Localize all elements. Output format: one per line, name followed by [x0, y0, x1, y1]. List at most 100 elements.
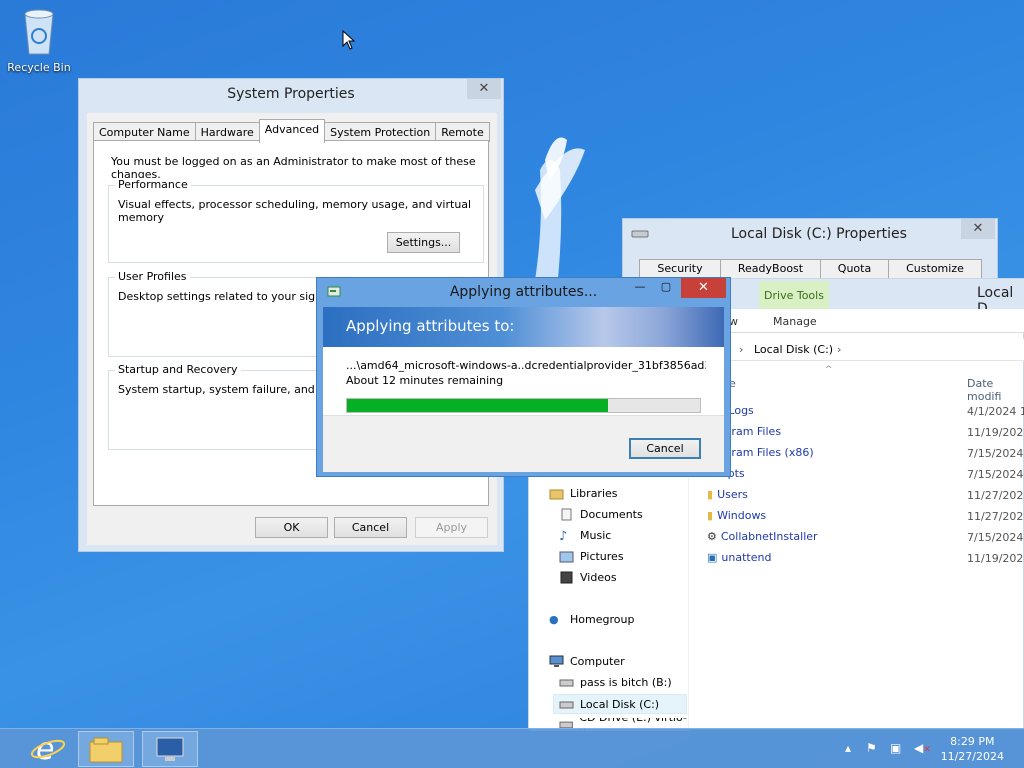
tab-customize[interactable]: Customize: [888, 259, 982, 279]
network-drive-icon: [559, 679, 574, 687]
nav-drive-b[interactable]: pass is bitch (B:): [559, 676, 672, 689]
nav-drive-c[interactable]: Local Disk (C:): [553, 694, 687, 714]
maximize-button[interactable]: ▢: [655, 280, 677, 298]
nav-music[interactable]: ♪ Music: [559, 529, 612, 544]
clock-date: 11/27/2024: [940, 750, 1004, 763]
dialog-close-button[interactable]: ✕: [681, 278, 726, 298]
dialog-banner: Applying attributes to:: [323, 307, 724, 347]
nav-music-label: Music: [580, 529, 612, 542]
taskbar: e ▴ ⚑ ▣ ◀✕ 8:29 PM 11/27/2024: [0, 728, 1024, 768]
sort-up-icon: ^: [825, 365, 833, 375]
system-properties-icon: [156, 737, 184, 761]
videos-icon: [560, 571, 573, 584]
file-date: 11/19/2024: [967, 426, 1024, 439]
file-date: 11/19/2024: [967, 552, 1024, 565]
show-hidden-icons-button[interactable]: ▴: [845, 741, 851, 755]
nav-drive-c-label: Local Disk (C:): [580, 697, 660, 711]
cancel-button[interactable]: Cancel: [334, 517, 407, 538]
maximize-icon: ▢: [660, 280, 672, 293]
tab-remote[interactable]: Remote: [435, 122, 490, 142]
applying-attributes-dialog: Applying attributes... — ▢ ✕ Applying at…: [316, 277, 731, 477]
documents-icon: [561, 508, 572, 521]
cancel-copy-button[interactable]: Cancel: [629, 438, 701, 459]
disk-close-button[interactable]: ✕: [961, 219, 995, 239]
chevron-right-icon: ›: [837, 343, 842, 356]
column-date[interactable]: Date modifi: [967, 377, 1023, 403]
music-icon: ♪: [559, 529, 568, 544]
file-row[interactable]: ▣ unattend: [707, 551, 771, 564]
nav-libraries-label: Libraries: [570, 487, 618, 500]
file-explorer-taskbar-button[interactable]: [78, 731, 134, 767]
file-date: 7/15/2024 9: [967, 447, 1024, 460]
nav-videos[interactable]: Videos: [559, 571, 617, 584]
nav-documents-label: Documents: [580, 508, 643, 521]
exe-icon: ⚙: [707, 530, 717, 543]
clock[interactable]: 8:29 PM 11/27/2024: [941, 734, 1004, 764]
system-taskbar-button[interactable]: [142, 731, 198, 767]
nav-libraries[interactable]: Libraries: [549, 487, 618, 500]
drive-tools-context-tab[interactable]: Drive Tools: [759, 281, 829, 309]
tab-quota[interactable]: Quota: [820, 259, 889, 279]
file-row[interactable]: ▮ Windows: [707, 509, 766, 522]
volume-muted-icon[interactable]: ◀✕: [914, 741, 931, 755]
dialog-body: Applying attributes to: ...\amd64_micros…: [323, 307, 724, 472]
performance-description: Visual effects, processor scheduling, me…: [118, 198, 472, 224]
disk-properties-title: Local Disk (C:) Properties: [731, 226, 907, 242]
close-icon: ✕: [698, 280, 709, 295]
nav-computer[interactable]: Computer: [549, 655, 625, 668]
performance-group: Performance Visual effects, processor sc…: [108, 178, 484, 263]
file-name: CollabnetInstaller: [720, 530, 818, 543]
user-profiles-title: User Profiles: [115, 270, 190, 283]
file-date: 11/27/2024: [967, 510, 1024, 523]
svg-text:e: e: [36, 732, 54, 765]
nav-documents[interactable]: Documents: [559, 508, 643, 521]
computer-icon: [549, 655, 564, 667]
nav-videos-label: Videos: [580, 571, 617, 584]
recycle-bin[interactable]: Recycle Bin: [6, 6, 72, 74]
file-name: Windows: [717, 509, 767, 522]
tab-readyboost[interactable]: ReadyBoost: [720, 259, 821, 279]
file-name: unattend: [721, 551, 772, 564]
xml-file-icon: ▣: [707, 551, 718, 564]
current-path: ...\amd64_microsoft-windows-a..dcredenti…: [346, 359, 706, 372]
minimize-button[interactable]: —: [629, 280, 651, 298]
file-row[interactable]: ⚙ CollabnetInstaller: [707, 530, 818, 543]
close-button[interactable]: ✕: [467, 79, 501, 99]
nav-drive-b-label: pass is bitch (B:): [580, 676, 672, 689]
file-name: Users: [717, 488, 748, 501]
internet-explorer-icon: e: [30, 732, 66, 767]
tab-security[interactable]: Security: [639, 259, 721, 279]
nav-pictures[interactable]: Pictures: [559, 550, 624, 563]
libraries-icon: [549, 489, 564, 500]
dialog-heading: Applying attributes to:: [346, 317, 515, 335]
system-properties-title: System Properties: [227, 86, 355, 102]
file-row[interactable]: ▮ Users: [707, 488, 748, 501]
file-date: 4/1/2024 12: [967, 405, 1024, 418]
drive-icon: [559, 701, 574, 708]
apply-button[interactable]: Apply: [415, 517, 488, 538]
homegroup-icon: ●: [549, 613, 559, 626]
close-icon: ✕: [972, 221, 984, 236]
nav-computer-label: Computer: [570, 655, 625, 668]
network-icon[interactable]: ▣: [890, 741, 901, 755]
tab-hardware[interactable]: Hardware: [194, 122, 260, 142]
tab-advanced[interactable]: Advanced: [258, 119, 326, 143]
nav-homegroup[interactable]: ● Homegroup: [549, 613, 634, 626]
startup-recovery-title: Startup and Recovery: [115, 363, 241, 376]
action-center-flag-icon[interactable]: ⚑: [866, 741, 877, 755]
recycle-bin-icon: [24, 9, 54, 55]
breadcrumb[interactable]: Local Disk (C:): [754, 343, 833, 356]
ribbon-tab-manage[interactable]: Manage: [773, 315, 817, 328]
folder-icon: ▮: [707, 509, 714, 522]
tab-strip: Computer Name Hardware Advanced System P…: [93, 119, 490, 143]
progress-bar-fill: [347, 399, 609, 412]
ok-button[interactable]: OK: [255, 517, 328, 538]
clock-time: 8:29 PM: [950, 735, 995, 748]
nav-pictures-label: Pictures: [580, 550, 624, 563]
minimize-icon: —: [634, 280, 646, 293]
tab-computer-name[interactable]: Computer Name: [93, 122, 196, 142]
internet-explorer-button[interactable]: e: [22, 731, 72, 767]
performance-settings-button[interactable]: Settings...: [387, 232, 460, 253]
tab-system-protection[interactable]: System Protection: [324, 122, 437, 142]
performance-title: Performance: [115, 178, 191, 191]
